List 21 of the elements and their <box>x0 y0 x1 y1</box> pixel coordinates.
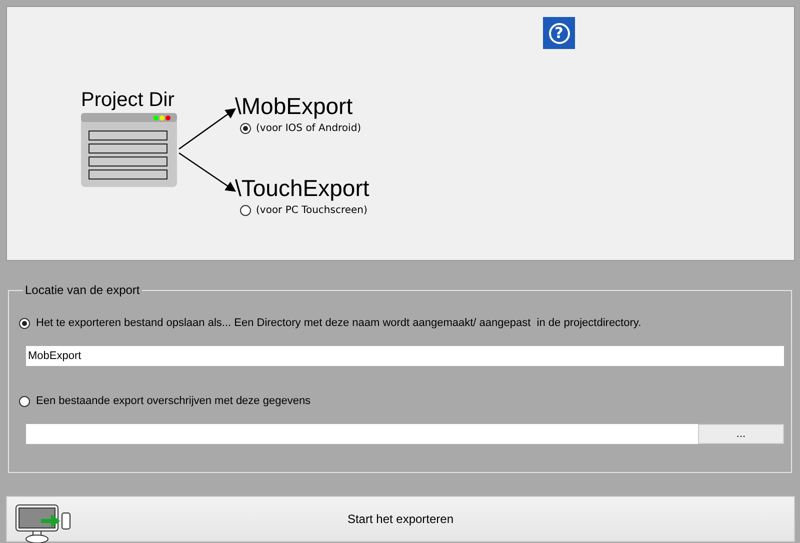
arrow <box>178 108 236 150</box>
path-field[interactable] <box>26 424 698 444</box>
radio-label[interactable]: Het te exporteren bestand opslaan als... Een Directory met deze naam wordt aangemaakt/ aangepast in de projectdirectory. <box>36 317 642 329</box>
radio-label[interactable]: (voor IOS of Android) <box>256 123 362 134</box>
radio-button[interactable] <box>19 396 30 406</box>
diagram-title: Project Dir <box>81 89 174 112</box>
arrow <box>178 152 236 192</box>
radio-label[interactable]: (voor PC Touchscreen) <box>256 205 368 216</box>
radio-button[interactable] <box>240 123 251 134</box>
name-field[interactable]: MobExport <box>26 346 784 366</box>
start-export-button[interactable]: Start het exporteren <box>6 496 795 542</box>
radio-button[interactable] <box>19 318 30 328</box>
monitor-to-phone-icon <box>15 504 71 543</box>
folder-path: \MobExport <box>235 93 353 120</box>
group-legend: Locatie van de export <box>23 283 142 297</box>
radio-button[interactable] <box>240 205 251 216</box>
radio-label[interactable]: Een bestaande export overschrijven met deze gegevens <box>36 395 311 407</box>
folder-window-icon <box>81 113 177 187</box>
browse-button[interactable]: ... <box>698 424 784 444</box>
folder-path: \TouchExport <box>235 175 370 202</box>
help-button[interactable]: ? <box>543 17 575 49</box>
